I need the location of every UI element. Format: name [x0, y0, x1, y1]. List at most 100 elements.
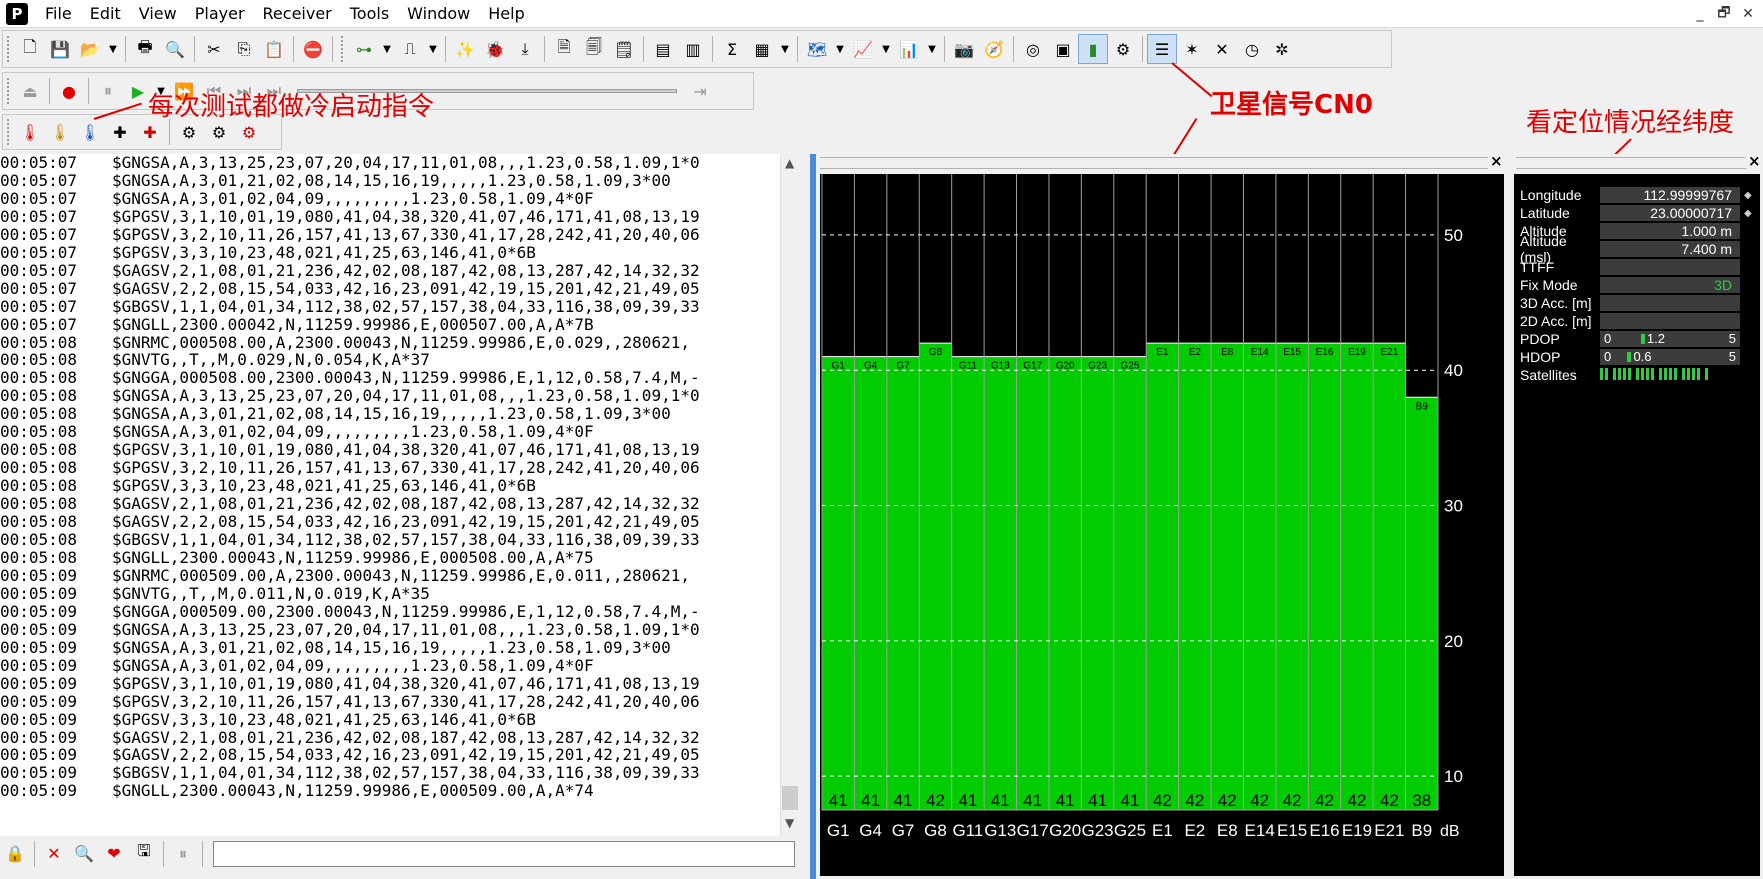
spectrum-view-icon[interactable]: ✶ — [1177, 34, 1207, 64]
coldstart-icon[interactable]: 🌡 — [75, 117, 105, 147]
packet-view-icon[interactable]: 🗐 — [579, 34, 609, 64]
print-icon[interactable]: 🖶 — [130, 34, 160, 64]
warmstart-icon[interactable]: 🌡 — [45, 117, 75, 147]
eject-icon[interactable]: ⏏ — [15, 76, 45, 106]
log-line[interactable]: 00:05:07 $GNGSA,A,3,01,02,04,09,,,,,,,,,1… — [0, 189, 800, 208]
menu-tools[interactable]: Tools — [341, 0, 398, 28]
menu-view[interactable]: View — [130, 0, 186, 28]
log-line[interactable]: 00:05:08 $GNGSA,A,3,13,25,23,07,20,04,17,… — [0, 387, 800, 405]
lock-icon[interactable]: 🔒 — [0, 839, 30, 869]
panel-title-bar[interactable] — [820, 157, 1488, 169]
table-dropdown-icon[interactable]: ▼ — [777, 34, 793, 64]
log-line[interactable]: 00:05:07 $GBGSV,1,1,04,01,34,112,38,02,57… — [0, 297, 800, 316]
log-scrollbar-thumb[interactable] — [782, 786, 798, 810]
menu-file[interactable]: File — [36, 0, 81, 28]
toolbar-grip[interactable] — [341, 36, 345, 62]
open-folder-icon[interactable]: 📂 — [75, 34, 105, 64]
log-line[interactable]: 00:05:08 $GNGSA,A,3,01,21,02,08,14,15,16,… — [0, 405, 800, 423]
menu-help[interactable]: Help — [479, 0, 533, 28]
scroll-up-icon[interactable]: ▲ — [785, 156, 794, 170]
satellite-level-view-icon[interactable]: ⚙ — [1108, 34, 1138, 64]
statistics-icon[interactable]: Σ — [717, 34, 747, 64]
deviation-view-icon[interactable]: ✕ — [1207, 34, 1237, 64]
sky-view-icon[interactable]: ◎ — [1018, 34, 1048, 64]
map-dropdown-icon[interactable]: ▼ — [832, 34, 848, 64]
log-line[interactable]: 00:05:09 $GAGSV,2,1,08,01,21,236,42,02,08… — [0, 728, 800, 747]
log-line[interactable]: 00:05:09 $GNGSA,A,3,01,02,04,09,,,,,,,,,1… — [0, 656, 800, 675]
menu-receiver[interactable]: Receiver — [254, 0, 341, 28]
log-line[interactable]: 00:05:08 $GPGSV,3,1,10,01,19,080,41,04,38… — [0, 441, 800, 459]
toolbar-grip[interactable] — [7, 36, 11, 62]
log-line[interactable]: 00:05:09 $GNGLL,2300.00043,N,11259.99986,… — [0, 782, 800, 800]
save-log-icon[interactable]: 🖫 — [129, 839, 159, 869]
sync-view-icon[interactable]: ✲ — [1267, 34, 1297, 64]
copy-icon[interactable]: ⎘ — [229, 34, 259, 64]
find-pc-icon[interactable]: 🔍 — [69, 839, 99, 869]
goto-end-icon[interactable]: ⇥ — [685, 76, 715, 106]
panel-title-bar[interactable] — [1516, 157, 1746, 169]
menu-edit[interactable]: Edit — [81, 0, 130, 28]
print-preview-icon[interactable]: 🔍 — [160, 34, 190, 64]
histogram-view-icon[interactable]: 📊 — [894, 34, 924, 64]
log-line[interactable]: 00:05:07 $GNGLL,2300.00042,N,11259.99986,… — [0, 315, 800, 334]
paste-icon[interactable]: 📋 — [259, 34, 289, 64]
hotstart-icon[interactable]: 🌡 — [15, 117, 45, 147]
log-line[interactable]: 00:05:07 $GNGSA,A,3,13,25,23,07,20,04,17,… — [0, 154, 800, 172]
log-line[interactable]: 00:05:07 $GPGSV,3,3,10,23,48,021,41,25,63… — [0, 243, 800, 262]
log-line[interactable]: 00:05:09 $GAGSV,2,2,08,15,54,033,42,16,23… — [0, 746, 800, 764]
table-view-icon[interactable]: ▦ — [747, 34, 777, 64]
log-line[interactable]: 00:05:08 $GPGSV,3,3,10,23,48,021,41,25,63… — [0, 477, 800, 495]
message-view-icon[interactable]: 🗎 — [549, 34, 579, 64]
download-icon[interactable]: ⤓ — [510, 34, 540, 64]
nmea-log-pane[interactable]: 00:05:07 $GNGSA,A,3,13,25,23,07,20,04,17,… — [0, 154, 800, 836]
clear-icon[interactable]: ✕ — [39, 839, 69, 869]
toolbar-grip[interactable] — [7, 78, 11, 104]
log-line[interactable]: 00:05:09 $GPGSV,3,2,10,11,26,157,41,13,67… — [0, 692, 800, 711]
signal-level-view-icon[interactable]: ▮ — [1078, 34, 1108, 64]
log-line[interactable]: 00:05:08 $GNVTG,,T,,M,0.029,N,0.054,K,A*3… — [0, 351, 800, 369]
command-input[interactable] — [213, 840, 795, 867]
baudrate-dropdown-icon[interactable]: ▼ — [425, 34, 441, 64]
scroll-down-icon[interactable]: ▼ — [785, 816, 794, 830]
close-panel-icon[interactable]: × — [1490, 152, 1503, 170]
connect-dropdown-icon[interactable]: ▼ — [379, 34, 395, 64]
log-line[interactable]: 00:05:09 $GPGSV,3,3,10,23,48,021,41,25,63… — [0, 710, 800, 729]
deviation-map-icon[interactable]: ▣ — [1048, 34, 1078, 64]
log-line[interactable]: 00:05:09 $GNGGA,000509.00,2300.00043,N,11… — [0, 602, 800, 621]
autobaud-wand-icon[interactable]: ✨ — [450, 34, 480, 64]
close-window-button[interactable]: ✕ — [1737, 3, 1759, 25]
log-line[interactable]: 00:05:09 $GPGSV,3,1,10,01,19,080,41,04,38… — [0, 674, 800, 693]
close-panel-icon[interactable]: × — [1748, 152, 1761, 170]
packet-console-icon[interactable]: ▥ — [678, 34, 708, 64]
debug-bug-icon[interactable]: 🐞 — [480, 34, 510, 64]
clock-view-icon[interactable]: ◷ — [1237, 34, 1267, 64]
chart-dropdown-icon[interactable]: ▼ — [878, 34, 894, 64]
log-line[interactable]: 00:05:08 $GPGSV,3,2,10,11,26,157,41,13,67… — [0, 459, 800, 477]
log-line[interactable]: 00:05:07 $GAGSV,2,2,08,15,54,033,42,16,23… — [0, 279, 800, 298]
data-view-icon[interactable]: ☰ — [1147, 34, 1177, 64]
menu-player[interactable]: Player — [186, 0, 254, 28]
connect-icon[interactable]: ⊶ — [349, 34, 379, 64]
log-scrollbar[interactable] — [780, 154, 800, 836]
restore-button[interactable]: 🗗 — [1713, 3, 1735, 25]
histogram-dropdown-icon[interactable]: ▼ — [924, 34, 940, 64]
open-dropdown-icon[interactable]: ▼ — [105, 34, 121, 64]
log-line[interactable]: 00:05:08 $GAGSV,2,2,08,15,54,033,42,16,23… — [0, 513, 800, 531]
baudrate-icon[interactable]: ⎍ — [395, 34, 425, 64]
log-line[interactable]: 00:05:08 $GNRMC,000508.00,A,2300.00043,N,… — [0, 333, 800, 352]
coordinate-format-icon[interactable]: ◆ — [1744, 208, 1752, 219]
log-line[interactable]: 00:05:07 $GAGSV,2,1,08,01,21,236,42,02,08… — [0, 261, 800, 280]
map-view-icon[interactable]: 🗺 — [802, 34, 832, 64]
log-line[interactable]: 00:05:08 $GBGSV,1,1,04,01,34,112,38,02,57… — [0, 531, 800, 549]
log-line[interactable]: 00:05:09 $GNVTG,,T,,M,0.011,N,0.019,K,A*3… — [0, 584, 800, 603]
log-line[interactable]: 00:05:07 $GNGSA,A,3,01,21,02,08,14,15,16,… — [0, 172, 800, 190]
menu-window[interactable]: Window — [398, 0, 479, 28]
camera-view-icon[interactable]: 📷 — [949, 34, 979, 64]
save-icon[interactable]: 💾 — [45, 34, 75, 64]
log-line[interactable]: 00:05:08 $GNGSA,A,3,01,02,04,09,,,,,,,,,1… — [0, 423, 800, 441]
binary-view-icon[interactable]: 🗒 — [609, 34, 639, 64]
log-line[interactable]: 00:05:07 $GPGSV,3,2,10,11,26,157,41,13,67… — [0, 225, 800, 244]
pause-icon[interactable]: ⏸ — [93, 76, 123, 106]
log-line[interactable]: 00:05:07 $GPGSV,3,1,10,01,19,080,41,04,38… — [0, 207, 800, 226]
gnss-config-icon[interactable]: ✚ — [105, 117, 135, 147]
